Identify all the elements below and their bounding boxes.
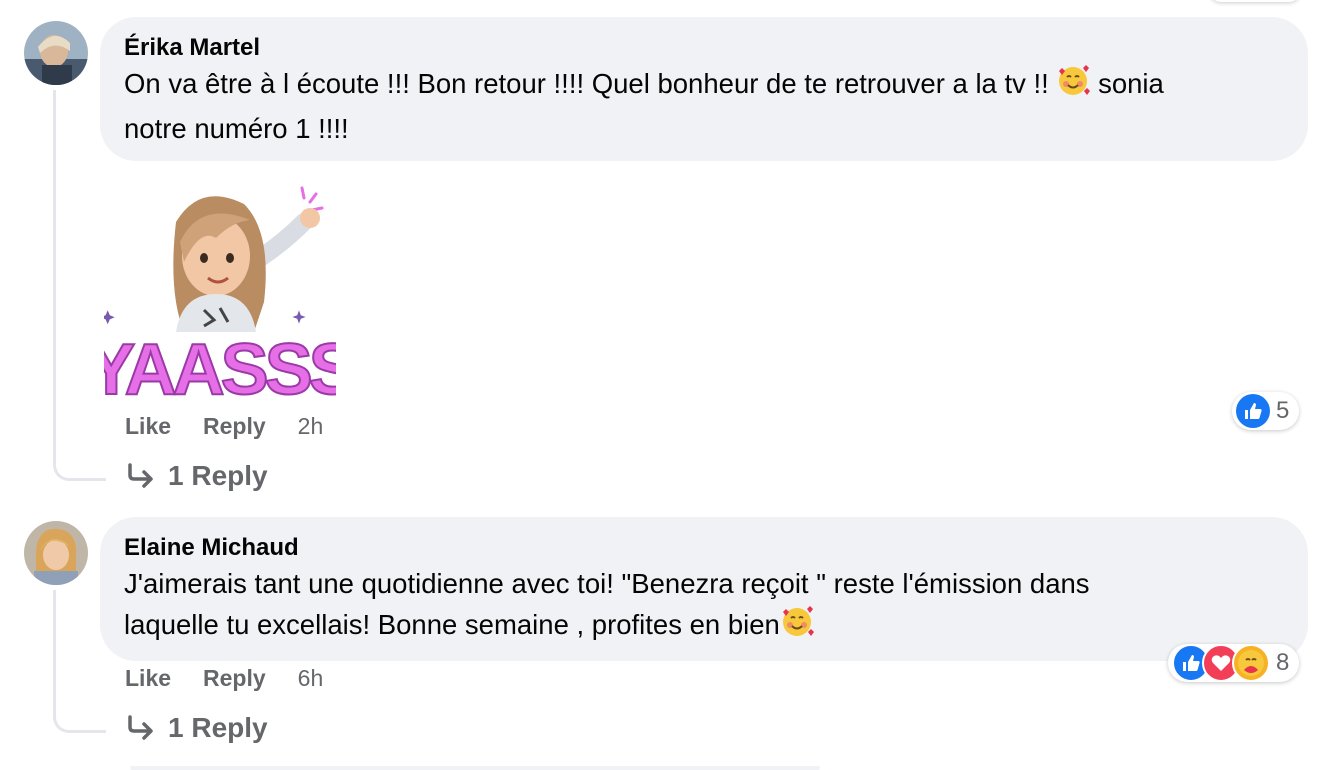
care-icon xyxy=(1232,644,1270,682)
comment-bubble: Elaine Michaud J'aimerais tant une quoti… xyxy=(100,517,1308,661)
reply-arrow-icon xyxy=(128,463,153,488)
view-replies-link[interactable]: 1 Reply xyxy=(126,712,268,744)
comment-text-line: J'aimerais tant une quotidienne avec toi… xyxy=(124,568,1090,599)
thread-line xyxy=(53,90,56,450)
comment-actions: Like Reply 6h xyxy=(125,665,323,692)
thread-curve xyxy=(53,430,106,481)
comment-author[interactable]: Érika Martel xyxy=(124,33,1284,63)
comment-text: J'aimerais tant une quotidienne avec toi… xyxy=(124,563,1284,649)
truncated-next-content xyxy=(130,766,820,770)
reply-arrow-icon xyxy=(128,715,153,740)
smiling-hearts-emoji-icon xyxy=(780,604,814,649)
timestamp[interactable]: 6h xyxy=(298,665,324,692)
sticker-text: YAASSS xyxy=(104,330,336,402)
comment-text-line: notre numéro 1 !!!! xyxy=(124,113,349,144)
sticker-image[interactable]: YAASSS xyxy=(86,182,360,411)
view-replies-link[interactable]: 1 Reply xyxy=(126,460,268,492)
reply-action[interactable]: Reply xyxy=(203,665,266,692)
comment-text-line: sonia xyxy=(1098,68,1164,99)
comment-actions: Like Reply 2h xyxy=(125,413,323,440)
comment-author[interactable]: Elaine Michaud xyxy=(124,533,1284,563)
like-icon xyxy=(1236,394,1270,428)
comment-text-line: On va être à l écoute !!! Bon retour !!!… xyxy=(124,68,1049,99)
reaction-summary[interactable]: 8 xyxy=(1168,644,1300,682)
view-replies-label: 1 Reply xyxy=(168,712,268,743)
comment-text: On va être à l écoute !!! Bon retour !!!… xyxy=(124,63,1284,149)
thread-curve xyxy=(53,682,106,733)
avatar[interactable] xyxy=(24,21,88,85)
truncated-previous-badge xyxy=(1210,0,1300,2)
reply-action[interactable]: Reply xyxy=(203,413,266,440)
truncated-previous-content xyxy=(150,0,300,4)
comment-bubble: Érika Martel On va être à l écoute !!! B… xyxy=(100,17,1308,161)
timestamp[interactable]: 2h xyxy=(298,413,324,440)
avatar[interactable] xyxy=(24,521,88,585)
reaction-count: 5 xyxy=(1276,397,1290,424)
smiling-hearts-emoji-icon xyxy=(1056,63,1091,108)
comment-text-line: laquelle tu excellais! Bonne semaine , p… xyxy=(124,609,780,640)
view-replies-label: 1 Reply xyxy=(168,460,268,491)
like-action[interactable]: Like xyxy=(125,413,171,440)
reaction-count: 8 xyxy=(1276,649,1290,676)
like-action[interactable]: Like xyxy=(125,665,171,692)
reaction-summary[interactable]: 5 xyxy=(1232,392,1300,430)
